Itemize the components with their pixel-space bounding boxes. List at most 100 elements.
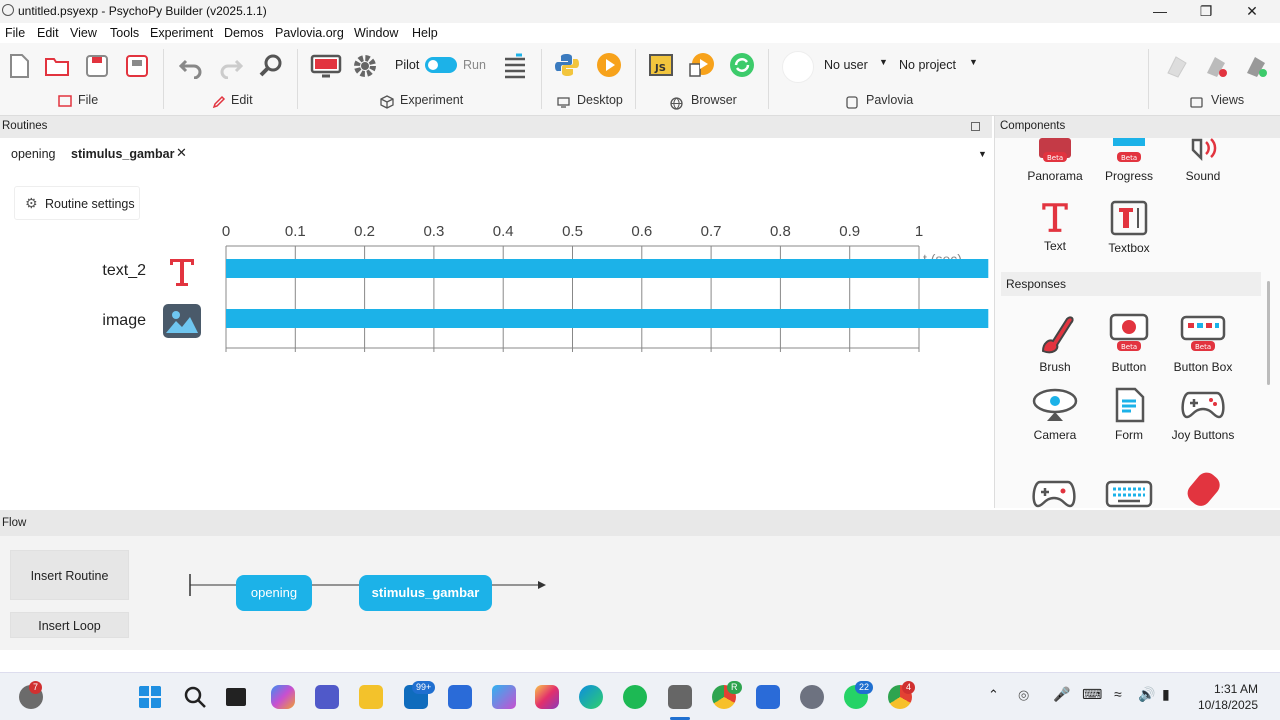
- close-tab-icon[interactable]: ✕: [176, 145, 187, 161]
- menu-view[interactable]: View: [70, 26, 97, 40]
- textbox-icon: [1110, 200, 1148, 236]
- routines-panel: Routines opening stimulus_gambar ✕ ▼ ⚙ R…: [0, 116, 992, 508]
- microphone-icon[interactable]: [1181, 468, 1225, 508]
- spotify-icon[interactable]: [623, 685, 647, 709]
- project-selector[interactable]: No project: [899, 58, 956, 72]
- microphone-tray-icon[interactable]: 🎤: [1053, 686, 1070, 703]
- copilot-icon[interactable]: [271, 685, 295, 709]
- start-windows-icon[interactable]: [138, 685, 162, 709]
- close-window-button[interactable]: ✕: [1229, 0, 1275, 23]
- teams-icon[interactable]: [315, 685, 339, 709]
- new-file-icon[interactable]: [6, 53, 32, 79]
- volume-icon[interactable]: 🔊: [1138, 686, 1155, 703]
- timeline-bar-image[interactable]: [226, 309, 989, 328]
- menu-file[interactable]: File: [5, 26, 25, 40]
- menu-demos[interactable]: Demos: [224, 26, 264, 40]
- open-folder-icon[interactable]: [44, 53, 70, 79]
- pilot-run-toggle[interactable]: [425, 57, 457, 73]
- text-icon[interactable]: [167, 256, 197, 288]
- tab-stimulus-gambar[interactable]: stimulus_gambar ✕: [63, 142, 195, 164]
- sync-pavlovia-icon[interactable]: [729, 52, 755, 78]
- run-experiment-icon[interactable]: [596, 52, 622, 78]
- save-icon[interactable]: [84, 53, 110, 79]
- instagram-icon[interactable]: [535, 685, 559, 709]
- user-selector[interactable]: No user: [824, 58, 868, 72]
- undo-icon[interactable]: [178, 53, 204, 79]
- file-explorer-icon[interactable]: [359, 685, 383, 709]
- globe-icon: [670, 97, 683, 110]
- component-button-box[interactable]: Beta Button Box: [1168, 311, 1238, 374]
- component-progress[interactable]: Beta Progress: [1094, 138, 1164, 183]
- notepad-icon[interactable]: [448, 685, 472, 709]
- image-icon[interactable]: [162, 303, 202, 339]
- snipping-tool-icon[interactable]: [756, 685, 780, 709]
- responses-category-header[interactable]: Responses: [1001, 272, 1261, 296]
- menu-edit[interactable]: Edit: [37, 26, 59, 40]
- maximize-button[interactable]: ❐: [1183, 0, 1229, 23]
- insert-loop-button[interactable]: Insert Loop: [10, 612, 129, 638]
- menu-help[interactable]: Help: [412, 26, 438, 40]
- microsoft-365-icon[interactable]: [492, 685, 516, 709]
- tray-app-icon[interactable]: ◎: [1018, 687, 1029, 703]
- routines-header: Routines: [0, 116, 992, 138]
- component-label-image[interactable]: image: [80, 312, 146, 330]
- insert-routine-button[interactable]: Insert Routine: [10, 550, 129, 600]
- component-button[interactable]: Beta Button: [1094, 311, 1164, 374]
- builder-view-icon[interactable]: [1164, 53, 1190, 79]
- windows-taskbar: 7 99+ R 22 4 ⌃ ◎ 🎤 ⌨ ≈ 🔊 ▮ 1:31 AM 10/18…: [0, 672, 1280, 720]
- components-scrollbar[interactable]: [1267, 281, 1270, 385]
- routine-settings-button[interactable]: ⚙ Routine settings: [14, 186, 140, 220]
- runner-view-icon[interactable]: [1243, 53, 1269, 79]
- coder-view-icon[interactable]: [1203, 53, 1229, 79]
- flow-routine-opening[interactable]: opening: [236, 575, 312, 611]
- panel-maximize-icon[interactable]: [971, 122, 980, 131]
- settings-gear-icon[interactable]: [800, 685, 824, 709]
- save-as-icon[interactable]: [124, 53, 150, 79]
- component-textbox[interactable]: Textbox: [1094, 200, 1164, 255]
- export-js-icon[interactable]: JS: [648, 52, 674, 78]
- compile-script-icon[interactable]: [502, 53, 528, 79]
- clock-time[interactable]: 1:31 AM: [1196, 682, 1258, 696]
- minimize-button[interactable]: —: [1137, 0, 1183, 23]
- find-icon[interactable]: [258, 53, 284, 79]
- component-joy-buttons[interactable]: Joy Buttons: [1168, 387, 1238, 442]
- joystick-icon[interactable]: [1030, 476, 1078, 508]
- component-sound[interactable]: Sound: [1168, 138, 1238, 183]
- run-online-icon[interactable]: [688, 52, 714, 78]
- component-label-text-2[interactable]: text_2: [80, 262, 146, 280]
- file-group-icon: [58, 95, 72, 107]
- flow-routine-stimulus-gambar[interactable]: stimulus_gambar: [359, 575, 492, 611]
- user-dropdown-chevron-icon[interactable]: ▼: [879, 57, 888, 67]
- python-icon[interactable]: [554, 52, 580, 78]
- menu-pavlovia[interactable]: Pavlovia.org: [275, 26, 344, 40]
- keyboard-tray-icon[interactable]: ⌨: [1082, 686, 1102, 703]
- wifi-icon[interactable]: ≈: [1114, 686, 1122, 702]
- tab-opening[interactable]: opening: [11, 147, 56, 161]
- keyboard-icon[interactable]: [1104, 476, 1154, 508]
- edge-icon[interactable]: [579, 685, 603, 709]
- component-form[interactable]: Form: [1094, 387, 1164, 442]
- tray-chevron-up-icon[interactable]: ⌃: [988, 687, 999, 703]
- timeline-tick-label: 0.5: [562, 223, 583, 240]
- component-panorama[interactable]: Beta Panorama: [1020, 138, 1090, 183]
- window-title: untitled.psyexp - PsychoPy Builder (v202…: [18, 4, 267, 18]
- monitor-settings-icon[interactable]: [310, 53, 342, 79]
- tabs-menu-chevron-icon[interactable]: ▼: [978, 149, 987, 159]
- psychopy-taskbar-icon[interactable]: [668, 685, 692, 709]
- clock-date[interactable]: 10/18/2025: [1190, 698, 1258, 712]
- search-icon[interactable]: [183, 685, 207, 709]
- timeline-tick-label: 0: [222, 223, 230, 240]
- task-view-icon[interactable]: [226, 688, 246, 706]
- component-text[interactable]: Text: [1020, 200, 1090, 253]
- timeline-bar-text-2[interactable]: [226, 259, 989, 278]
- battery-icon[interactable]: ▮: [1162, 686, 1170, 703]
- component-camera[interactable]: Camera: [1020, 387, 1090, 442]
- user-avatar[interactable]: [782, 51, 814, 83]
- redo-icon[interactable]: [218, 53, 244, 79]
- experiment-settings-gear-icon[interactable]: [352, 53, 378, 79]
- menu-window[interactable]: Window: [354, 26, 398, 40]
- component-brush[interactable]: Brush: [1020, 311, 1090, 374]
- menu-experiment[interactable]: Experiment: [150, 26, 213, 40]
- menu-tools[interactable]: Tools: [110, 26, 139, 40]
- project-dropdown-chevron-icon[interactable]: ▼: [969, 57, 978, 67]
